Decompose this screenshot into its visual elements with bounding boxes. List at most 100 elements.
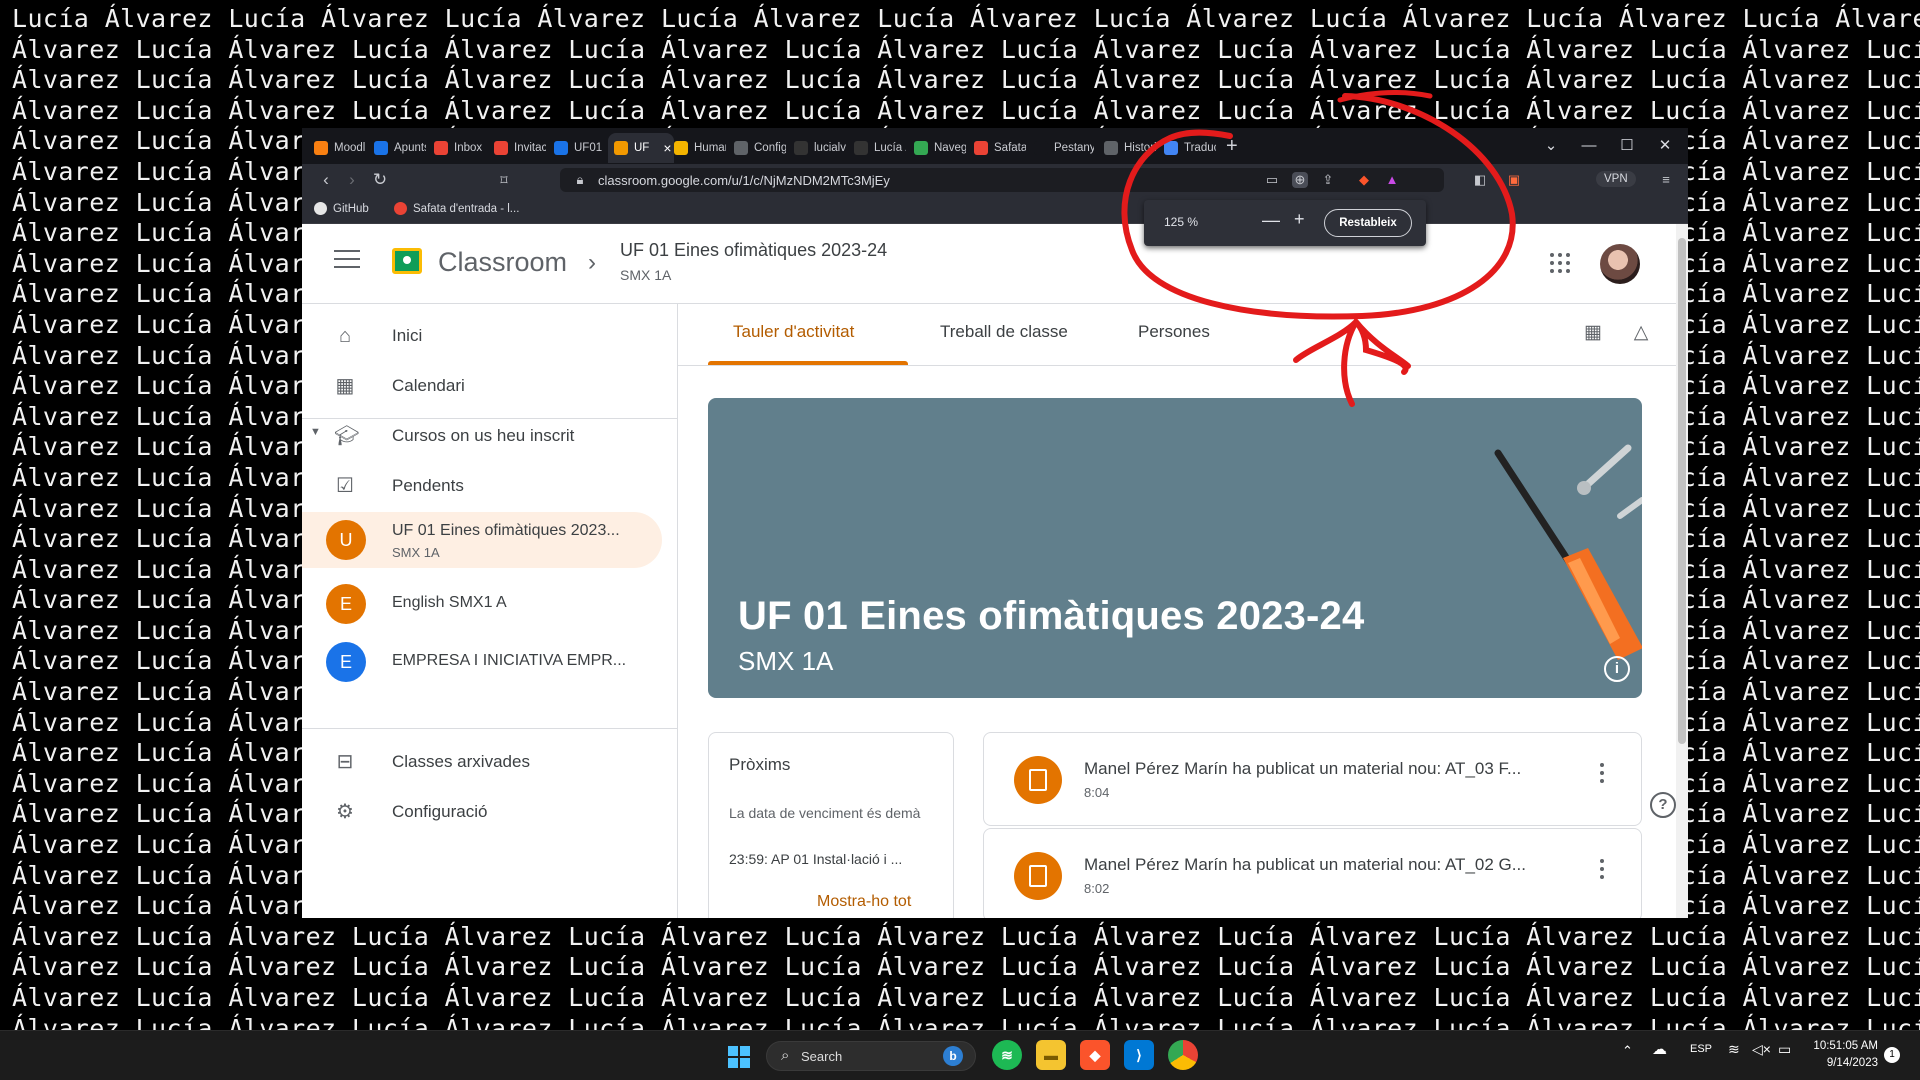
browser-tab[interactable]: Lucía Á: [848, 133, 906, 163]
scrollbar[interactable]: [1676, 224, 1688, 918]
google-apps-icon[interactable]: [1550, 253, 1570, 273]
upcoming-item[interactable]: 23:59: AP 01 Instal·lació i ...: [729, 851, 939, 867]
drive-folder-icon[interactable]: △: [1630, 322, 1652, 344]
tray-overflow-icon[interactable]: ⌃: [1622, 1043, 1633, 1059]
language-indicator[interactable]: ESP: [1690, 1043, 1712, 1055]
sidebar-course-item[interactable]: E English SMX1 A: [302, 576, 662, 632]
classroom-page: Classroom › UF 01 Eines ofimàtiques 2023…: [302, 224, 1688, 918]
browser-tab[interactable]: Config: [728, 133, 786, 163]
bookmark-page-icon[interactable]: ⌑: [494, 170, 514, 190]
course-banner: UF 01 Eines ofimàtiques 2023-24 SMX 1A i: [708, 398, 1642, 698]
scroll-thumb[interactable]: [1678, 238, 1686, 744]
vpn-button[interactable]: VPN: [1596, 171, 1636, 187]
vscode-icon[interactable]: ⟩: [1124, 1040, 1154, 1070]
taskbar-search[interactable]: ⌕ Search b: [766, 1041, 976, 1071]
sidebar-item-archived[interactable]: ⊟ Classes arxivades: [302, 738, 662, 786]
chrome-icon[interactable]: [1168, 1040, 1198, 1070]
browser-tab[interactable]: UF01 Ir: [548, 133, 606, 163]
tab-people[interactable]: Persones: [1138, 322, 1210, 342]
windows-start-icon[interactable]: [728, 1046, 750, 1068]
browser-tab[interactable]: Apunts: [368, 133, 426, 163]
brave-rewards-icon[interactable]: ▲: [1384, 172, 1400, 188]
app-name[interactable]: Classroom: [438, 247, 567, 278]
browser-tab[interactable]: Naveg: [908, 133, 966, 163]
wallpaper-text-line: Álvarez Lucía Álvarez Lucía Álvarez Lucí…: [12, 921, 1920, 951]
wallpaper-text-line: Álvarez Lucía Álvarez Lucía Álvarez Lucí…: [12, 983, 1920, 1012]
wallet-icon[interactable]: ▣: [1506, 172, 1522, 188]
screwdriver-illustration: [1494, 449, 1642, 660]
more-options-icon[interactable]: [1600, 859, 1606, 879]
view-all-link[interactable]: Mostra-ho tot: [817, 893, 911, 911]
bing-icon[interactable]: b: [943, 1046, 963, 1066]
sidebar-item-enrolled[interactable]: 🎓︎ Cursos on us heu inscrit: [302, 412, 662, 460]
calendar-icon[interactable]: ▦: [1582, 322, 1604, 344]
classroom-icon: [554, 141, 568, 155]
sidebar-icon[interactable]: ◧: [1472, 172, 1488, 188]
avatar[interactable]: [1600, 244, 1640, 284]
archive-icon: ⊟: [336, 751, 354, 773]
info-icon[interactable]: i: [1604, 656, 1630, 682]
course-item-title: EMPRESA I INICIATIVA EMPR...: [392, 652, 627, 669]
browser-tab-label: Inbox (: [454, 142, 486, 154]
browser-tab[interactable]: UF ×: [608, 133, 674, 163]
browser-tab[interactable]: Traduc: [1158, 133, 1216, 163]
forward-icon[interactable]: ›: [342, 170, 362, 190]
browser-tab[interactable]: Pestanya n: [1028, 133, 1094, 163]
menu-icon[interactable]: ≡: [1658, 172, 1674, 188]
clock[interactable]: 10:51:05 AM 9/14/2023: [1788, 1038, 1878, 1072]
back-icon[interactable]: ‹: [316, 170, 336, 190]
sidebar-item-home[interactable]: ⌂ Inici: [302, 312, 662, 360]
brave-shields-icon[interactable]: ◆: [1356, 172, 1372, 188]
bookmark-item[interactable]: Safata d'entrada - l...: [394, 202, 519, 215]
browser-tab[interactable]: Invitac: [488, 133, 546, 163]
site-info-icon[interactable]: 🔒︎: [572, 172, 588, 188]
file-explorer-icon[interactable]: ▬: [1036, 1040, 1066, 1070]
browser-tab[interactable]: Histori: [1098, 133, 1156, 163]
translate-icon: [1164, 141, 1178, 155]
browser-tab[interactable]: Human: [668, 133, 726, 163]
stream-post[interactable]: Manel Pérez Marín ha publicat un materia…: [983, 828, 1642, 918]
more-options-icon[interactable]: [1600, 763, 1606, 783]
onedrive-icon[interactable]: ☁: [1652, 1040, 1667, 1058]
sidebar-course-item[interactable]: E EMPRESA I INICIATIVA EMPR...: [302, 634, 662, 690]
spotify-icon[interactable]: ≋: [992, 1040, 1022, 1070]
course-item-title: English SMX1 A: [392, 594, 507, 611]
share-icon[interactable]: ⇪: [1320, 172, 1336, 188]
browser-tab-label: UF: [634, 142, 650, 154]
classroom-icon: [614, 141, 628, 155]
zoom-icon[interactable]: ⊕: [1292, 172, 1308, 188]
divider: [302, 728, 678, 729]
tab-strip: Moodl Apunts Inbox (Invitac UF01 IrUF× Human…: [302, 128, 1688, 164]
course-title: UF 01 Eines ofimàtiques 2023-24: [620, 240, 888, 260]
zoom-reset-button[interactable]: Restableix: [1324, 209, 1412, 237]
brave-icon[interactable]: ◆: [1080, 1040, 1110, 1070]
cast-icon[interactable]: ▭: [1264, 172, 1280, 188]
tab-stream[interactable]: Tauler d'activitat: [733, 322, 854, 342]
classroom-logo-icon[interactable]: [392, 248, 422, 274]
bookmark-item[interactable]: GitHub: [314, 202, 369, 215]
zoom-in-button[interactable]: +: [1294, 209, 1305, 230]
close-icon[interactable]: ✕: [1642, 132, 1688, 158]
stream-post[interactable]: Manel Pérez Marín ha publicat un materia…: [983, 732, 1642, 826]
main-menu-icon[interactable]: [334, 250, 360, 270]
zoom-out-button[interactable]: —: [1262, 210, 1280, 231]
volume-muted-icon[interactable]: ◁×: [1752, 1041, 1771, 1058]
notification-badge[interactable]: 1: [1884, 1047, 1900, 1063]
new-tab-button[interactable]: +: [1226, 136, 1238, 156]
tab-classwork[interactable]: Treball de classe: [940, 322, 1068, 342]
sidebar-item-todo[interactable]: ☑ Pendents: [302, 462, 662, 510]
sidebar-item-calendar[interactable]: ▦ Calendari: [302, 362, 662, 410]
wifi-icon[interactable]: ≋: [1728, 1041, 1740, 1058]
reload-icon[interactable]: ↻: [370, 170, 390, 190]
post-text: Manel Pérez Marín ha publicat un materia…: [1084, 759, 1522, 778]
active-tab-indicator: [708, 361, 908, 365]
browser-tab[interactable]: Inbox (: [428, 133, 486, 163]
browser-tab[interactable]: Safata: [968, 133, 1026, 163]
sidebar-course-item[interactable]: U UF 01 Eines ofimàtiques 2023... SMX 1A: [302, 512, 662, 568]
bookmark-label: Safata d'entrada - l...: [413, 202, 520, 215]
sidebar-item-settings[interactable]: ⚙ Configuració: [302, 788, 662, 836]
browser-tab[interactable]: lucialv: [788, 133, 846, 163]
help-icon[interactable]: ?: [1650, 792, 1676, 818]
url-text[interactable]: classroom.google.com/u/1/c/NjMzNDM2MTc3M…: [598, 173, 890, 188]
browser-tab[interactable]: Moodl: [308, 133, 366, 163]
